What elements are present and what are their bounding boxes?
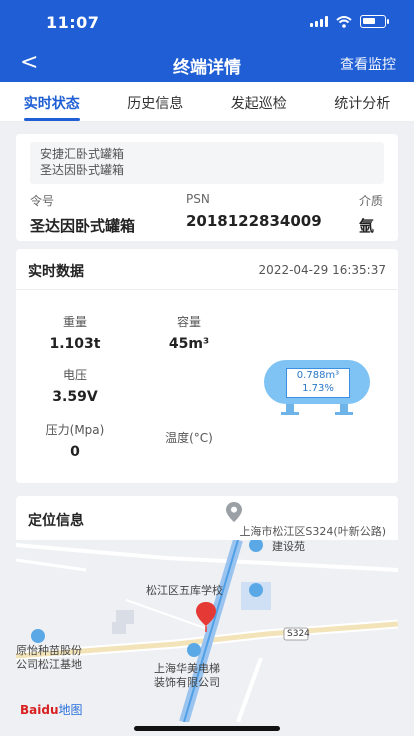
device-name-secondary: 圣达因卧式罐箱 [40, 163, 125, 177]
order-number-label: 令号 [30, 194, 55, 208]
tab-statistics[interactable]: 统计分析 [334, 82, 390, 121]
header: 11:07 < 终端详情 查看监控 [0, 0, 414, 82]
location-pin-icon [226, 502, 242, 522]
status-icons [310, 15, 389, 28]
psn-label: PSN [186, 192, 210, 206]
map-label-left-company-2: 公司松江基地 [16, 658, 82, 671]
weight-value: 1.103t [49, 336, 101, 352]
battery-icon [360, 15, 389, 28]
medium-label: 介质 [359, 194, 384, 208]
device-name-primary: 安捷汇卧式罐箱 [40, 147, 125, 161]
wifi-icon [336, 15, 352, 28]
voltage-value: 3.59V [52, 389, 98, 405]
map-label-left-company-1: 原怡种苗股份 [16, 644, 82, 657]
tab-history[interactable]: 历史信息 [127, 82, 183, 121]
realtime-title: 实时数据 [28, 264, 84, 280]
device-info-card: 安捷汇卧式罐箱 圣达因卧式罐箱 令号 圣达因卧式罐箱 PSN 201812283… [16, 134, 398, 241]
tab-start-inspection[interactable]: 发起巡检 [231, 82, 287, 121]
device-name-box: 安捷汇卧式罐箱 圣达因卧式罐箱 [30, 142, 384, 184]
weight-metric: 重量 1.103t [30, 313, 120, 352]
status-bar: 11:07 [0, 0, 414, 44]
tank-illustration: 0.788m³ 1.73% [264, 360, 370, 418]
medium-value: 氩 [359, 217, 375, 235]
home-indicator[interactable] [134, 726, 280, 731]
status-time: 11:07 [46, 13, 100, 32]
realtime-data-card: 实时数据 2022-04-29 16:35:37 重量 1.103t 容量 45… [16, 249, 398, 483]
view-monitor-button[interactable]: 查看监控 [340, 54, 396, 74]
tab-bar: 实时状态 历史信息 发起巡检 统计分析 [0, 82, 414, 122]
tank-leg-right [340, 404, 348, 412]
capacity-metric: 容量 45m³ [144, 313, 234, 352]
map-roads [16, 540, 398, 722]
realtime-timestamp: 2022-04-29 16:35:37 [258, 263, 386, 277]
psn-field: PSN 2018122834009 [186, 192, 322, 230]
divider [16, 289, 398, 290]
tank-percent: 1.73% [302, 383, 334, 394]
temperature-label: 温度(°C) [165, 431, 213, 445]
location-title: 定位信息 [28, 513, 84, 529]
baidu-map-logo: Baidu地图 [20, 703, 83, 717]
map-label-construction: 建设苑 [272, 540, 305, 553]
pressure-metric: 压力(Mpa) 0 [30, 421, 120, 460]
medium-field: 介质 氩 [359, 192, 383, 236]
capacity-value: 45m³ [168, 336, 210, 352]
map-label-elevator-1: 上海华美电梯 [154, 662, 220, 675]
signal-icon [310, 16, 328, 27]
temperature-metric: 温度(°C) [144, 429, 234, 452]
tank-leg-left [286, 404, 294, 412]
voltage-metric: 电压 3.59V [30, 366, 120, 405]
map-label-school: 松江区五库学校 [146, 584, 223, 597]
map-label-elevator-2: 装饰有限公司 [154, 676, 220, 689]
pressure-label: 压力(Mpa) [45, 423, 105, 437]
pressure-value: 0 [70, 444, 80, 460]
capacity-label: 容量 [176, 315, 201, 329]
nav-bar: < 终端详情 查看监控 [0, 44, 414, 82]
weight-label: 重量 [62, 315, 87, 329]
order-number-value: 圣达因卧式罐箱 [30, 217, 136, 235]
tank-base-right [335, 412, 353, 415]
map-label-road: S324 [287, 629, 310, 639]
voltage-label: 电压 [62, 368, 87, 382]
location-card: 定位信息 上海市松江区S324(叶新公路) 建设苑 松江区五库学校 S324 原… [16, 496, 398, 722]
location-address: 上海市松江区S324(叶新公路) [239, 525, 386, 538]
tank-level-box: 0.788m³ 1.73% [286, 368, 350, 398]
map-view[interactable]: 建设苑 松江区五库学校 S324 原怡种苗股份 公司松江基地 上海华美电梯 装饰… [16, 540, 398, 722]
tank-volume: 0.788m³ [296, 370, 340, 381]
tab-realtime-status[interactable]: 实时状态 [23, 82, 80, 121]
tank-base-left [281, 412, 299, 415]
psn-value: 2018122834009 [186, 212, 322, 230]
order-number-field: 令号 圣达因卧式罐箱 [30, 192, 135, 236]
